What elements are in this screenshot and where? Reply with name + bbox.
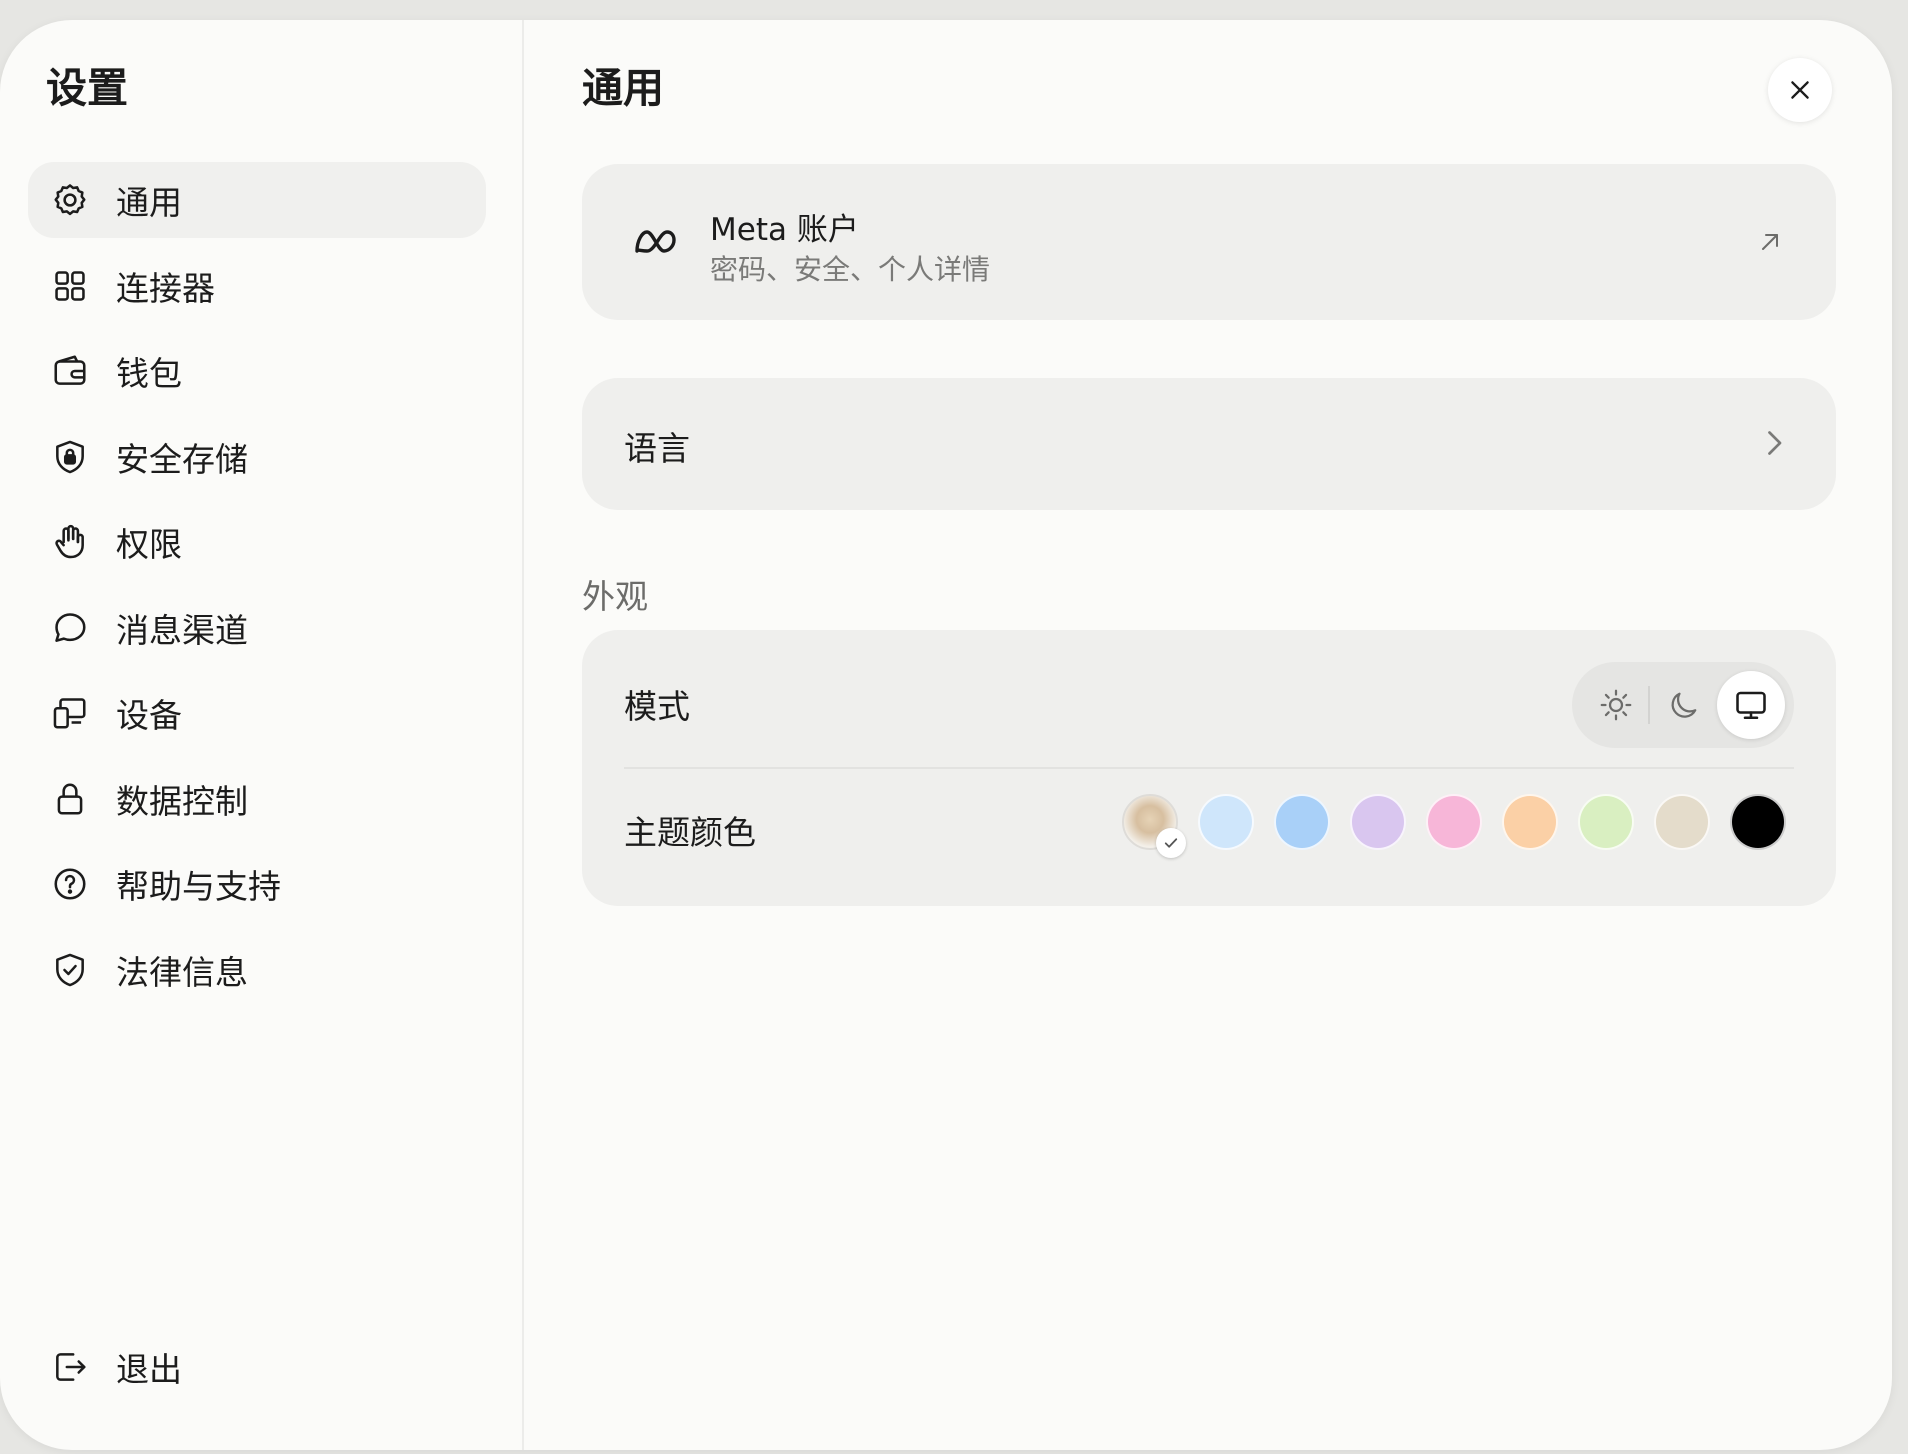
chevron-right-icon (1768, 431, 1782, 455)
mode-dark-button[interactable] (1650, 671, 1718, 739)
sidebar-item-label: 帮助与支持 (116, 867, 281, 906)
chat-bubble-icon (50, 608, 90, 648)
lock-icon (50, 779, 90, 819)
sidebar-nav: 通用 连接器 钱包 安全存储 权限 消息渠道 设备 数据控制 帮助与支持 法律信… (28, 162, 486, 1017)
theme-swatch-pink[interactable] (1426, 794, 1482, 850)
theme-swatch-green[interactable] (1578, 794, 1634, 850)
logout-icon (50, 1347, 90, 1387)
theme-swatch-orange[interactable] (1502, 794, 1558, 850)
account-name: Meta 账户 (710, 212, 859, 248)
gear-icon (50, 180, 90, 220)
sidebar-item-label: 消息渠道 (116, 610, 248, 650)
theme-swatch-blue[interactable] (1274, 794, 1330, 850)
monitor-icon (1736, 691, 1766, 720)
sidebar-item-help-support[interactable]: 帮助与支持 (28, 846, 486, 922)
sidebar-item-data-controls[interactable]: 数据控制 (28, 761, 486, 837)
page-title: 通用 (582, 64, 664, 112)
appearance-divider (624, 767, 1794, 769)
appearance-section-label: 外观 (582, 577, 648, 616)
external-link-icon (1762, 234, 1778, 250)
wallet-icon (50, 351, 90, 391)
check-icon (1156, 828, 1186, 858)
mode-toggle (1572, 662, 1794, 748)
meta-account-card[interactable]: Meta 账户 密码、安全、个人详情 (582, 164, 1836, 320)
theme-swatch-purple[interactable] (1350, 794, 1406, 850)
grid-icon (50, 266, 90, 306)
settings-window: 设置 通用 连接器 钱包 安全存储 权限 消息渠道 设备 数据控制 帮助与支持 … (0, 20, 1892, 1450)
sidebar-item-message-channels[interactable]: 消息渠道 (28, 590, 486, 666)
sidebar-item-wallet[interactable]: 钱包 (28, 333, 486, 409)
sidebar-item-label: 钱包 (116, 354, 182, 393)
mode-label: 模式 (624, 687, 690, 726)
close-icon (1791, 81, 1809, 99)
sidebar-item-general[interactable]: 通用 (28, 162, 486, 238)
sidebar-item-label: 通用 (116, 183, 182, 222)
sidebar-title: 设置 (46, 64, 128, 112)
logout-button[interactable]: 退出 (28, 1329, 486, 1405)
sidebar-item-label: 设备 (116, 696, 182, 735)
settings-sidebar: 设置 通用 连接器 钱包 安全存储 权限 消息渠道 设备 数据控制 帮助与支持 … (0, 20, 524, 1450)
help-circle-icon (50, 864, 90, 904)
theme-swatch-beige[interactable] (1654, 794, 1710, 850)
mode-system-button[interactable] (1717, 671, 1785, 739)
sidebar-item-connectors[interactable]: 连接器 (28, 248, 486, 324)
sidebar-item-label: 安全存储 (116, 439, 248, 479)
logout-section: 退出 (28, 1329, 486, 1415)
settings-main: 通用 Meta 账户 密码、安全、个人详情 语言 外观 模式 主题颜色 (524, 20, 1892, 1450)
close-button[interactable] (1768, 58, 1832, 122)
language-row[interactable]: 语言 (582, 378, 1836, 510)
meta-logo-icon (635, 230, 676, 253)
sidebar-item-label: 权限 (116, 525, 182, 564)
sidebar-item-secure-storage[interactable]: 安全存储 (28, 419, 486, 495)
sidebar-item-legal[interactable]: 法律信息 (28, 932, 486, 1008)
moon-icon (1671, 692, 1697, 718)
shield-lock-icon (50, 437, 90, 477)
logout-label: 退出 (116, 1349, 182, 1389)
mode-light-button[interactable] (1582, 671, 1650, 739)
sidebar-item-label: 连接器 (116, 268, 215, 308)
hand-icon (50, 522, 90, 562)
sidebar-item-label: 法律信息 (116, 952, 248, 992)
sidebar-item-devices[interactable]: 设备 (28, 675, 486, 751)
sun-icon (1600, 689, 1632, 721)
theme-color-swatches (1122, 794, 1786, 858)
appearance-card: 模式 主题颜色 (582, 630, 1836, 906)
theme-swatch-black[interactable] (1730, 794, 1786, 850)
account-subtitle: 密码、安全、个人详情 (710, 253, 991, 286)
sidebar-item-label: 数据控制 (116, 781, 248, 821)
sidebar-item-permissions[interactable]: 权限 (28, 504, 486, 580)
theme-swatch-image[interactable] (1122, 794, 1186, 858)
language-label: 语言 (624, 429, 690, 468)
theme-color-label: 主题颜色 (624, 813, 756, 852)
theme-swatch-light-blue[interactable] (1198, 794, 1254, 850)
devices-icon (50, 693, 90, 733)
shield-check-icon (50, 950, 90, 990)
